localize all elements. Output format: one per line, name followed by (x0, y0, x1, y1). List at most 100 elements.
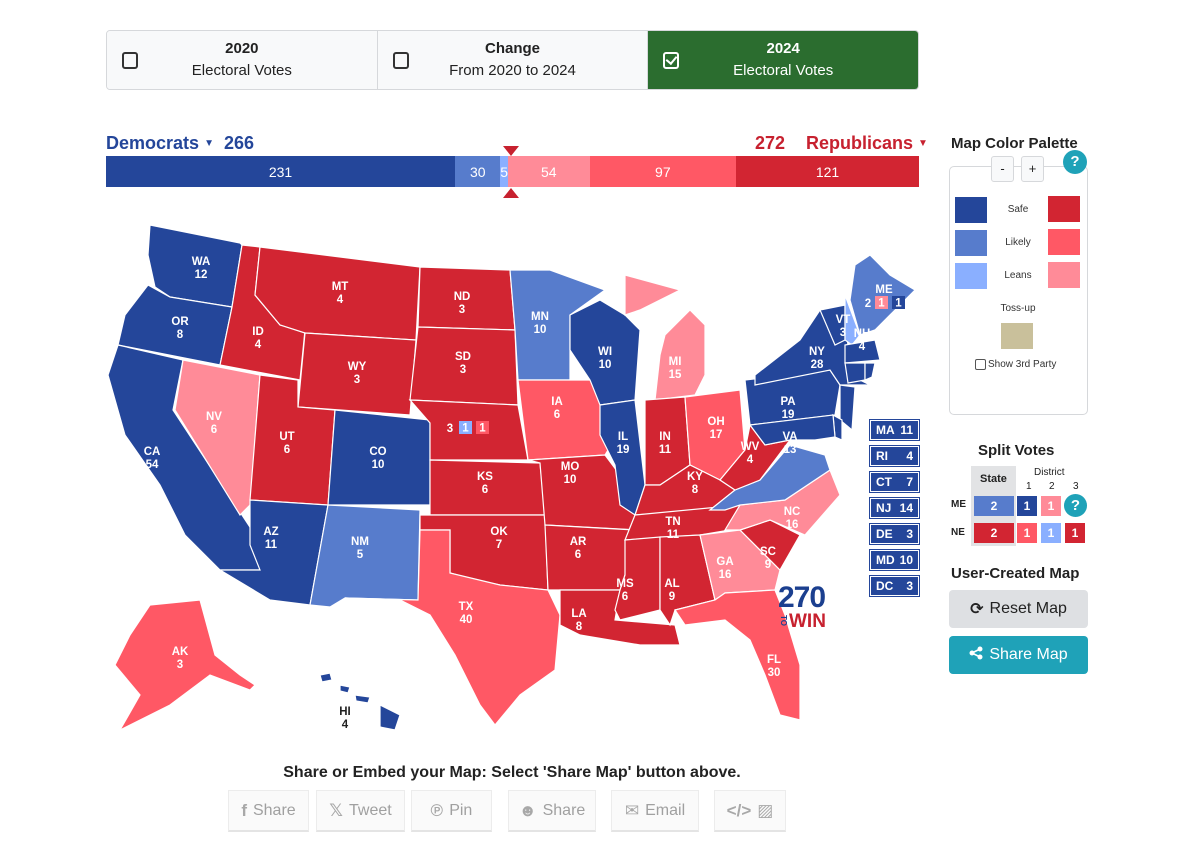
republicans-dropdown[interactable]: Republicans ▼ (806, 133, 928, 154)
state-label-la: LA (571, 608, 586, 620)
me-statewide-vote[interactable]: 2 (974, 496, 1014, 516)
state-ev-ms: 6 (622, 591, 628, 603)
state-abbr: DE (876, 527, 893, 541)
reddit-share-label: Share (542, 801, 586, 819)
state-ri[interactable] (864, 362, 876, 381)
state-label-nv: NV (206, 411, 222, 423)
state-label-mn: MN (531, 311, 549, 323)
state-ct[interactable] (844, 362, 866, 384)
ne-district-3-vote[interactable]: 1 (1065, 523, 1085, 543)
state-label-co: CO (369, 446, 386, 458)
state-ev-ak: 3 (177, 659, 183, 671)
state-label-mi: MI (669, 356, 682, 368)
state-label-me: ME (875, 284, 893, 296)
state-ev-la: 8 (576, 621, 583, 633)
state-abbr: NJ (876, 501, 892, 515)
logo-number: 270 (778, 581, 826, 614)
state-ev-al: 9 (669, 591, 675, 603)
state-label-ar: AR (570, 536, 587, 548)
democrats-dropdown[interactable]: Democrats ▼ (106, 133, 214, 154)
swatch-dem-leans[interactable] (955, 263, 987, 289)
state-label-id: ID (252, 326, 264, 338)
small-state-ri[interactable]: RI 4 (869, 445, 920, 467)
facebook-icon: f (241, 800, 247, 820)
state-ev-nm: 5 (357, 549, 364, 561)
state-label-wa: WA (192, 256, 211, 268)
pinterest-pin-button[interactable]: ℗ Pin (411, 790, 492, 832)
state-ev-mi: 15 (669, 369, 682, 381)
electoral-vote-bar: 231 30 5 54 97 121 (106, 156, 919, 187)
show-3rd-party-toggle[interactable]: Show 3rd Party (975, 359, 1056, 370)
swatch-rep-likely[interactable] (1048, 229, 1080, 255)
palette-help-button[interactable]: ? (1063, 150, 1087, 174)
small-state-dc[interactable]: DC 3 (869, 575, 920, 597)
state-ev: 11 (900, 423, 913, 437)
state-label-tn: TN (665, 516, 680, 528)
us-electoral-map: WA 12 OR 8 CA 54 NV 6 ID 4 MT 4 WY 3 UT 6 AZ 11 CO 10 NM 5 ND 3… (100, 215, 930, 745)
swatch-rep-safe[interactable] (1048, 196, 1080, 222)
me-district-1-vote[interactable]: 1 (1017, 496, 1037, 516)
state-ev-hi: 4 (342, 719, 349, 731)
zoom-out-button[interactable]: - (991, 156, 1014, 182)
small-state-ma[interactable]: MA 11 (869, 419, 920, 441)
checkbox-unchecked-icon[interactable] (975, 359, 986, 370)
zoom-in-button[interactable]: + (1021, 156, 1044, 182)
split-row-state-me: ME (951, 499, 966, 510)
tab-title: 2020 (225, 40, 259, 57)
tab-change-2020-2024[interactable]: Change From 2020 to 2024 (377, 31, 649, 89)
state-label-wv: WV (741, 441, 760, 453)
email-share-button[interactable]: ✉ Email (611, 790, 699, 832)
state-ev-tx: 40 (460, 614, 473, 626)
state-ak[interactable] (114, 599, 256, 732)
checkbox-unchecked-icon[interactable] (392, 52, 409, 69)
ne-district-2-vote[interactable]: 1 (1041, 523, 1061, 543)
state-label-ut: UT (279, 431, 294, 443)
state-ev: 7 (906, 475, 913, 489)
ne-district-3-chip-value: 1 (479, 423, 486, 435)
state-label-nh: NH (854, 328, 871, 340)
reddit-share-button[interactable]: ☻ Share (508, 790, 596, 832)
checkbox-unchecked-icon[interactable] (122, 52, 138, 69)
refresh-icon: ⟳ (970, 601, 984, 618)
reset-map-button[interactable]: ⟳ Reset Map (949, 590, 1088, 628)
split-votes-help-button[interactable]: ? (1064, 494, 1087, 517)
swatch-dem-likely[interactable] (955, 230, 987, 256)
ne-statewide-vote[interactable]: 2 (974, 523, 1014, 543)
x-tweet-button[interactable]: 𝕏 Tweet (316, 790, 405, 832)
safe-label: Safe (1007, 204, 1029, 215)
us-map-svg: WA12OR8CA54NV6ID4MT4WY3UT6AZ11CO10NM5ND3… (107, 224, 916, 732)
state-label-vt: VT (836, 314, 851, 326)
share-map-button[interactable]: Share Map (949, 636, 1088, 674)
facebook-share-button[interactable]: f Share (228, 790, 309, 832)
bar-segment-dem-safe: 231 (106, 156, 456, 187)
me-district-2-vote[interactable]: 1 (1041, 496, 1061, 516)
state-ev-ks: 6 (482, 484, 488, 496)
small-state-ct[interactable]: CT 7 (869, 471, 920, 493)
user-created-map-title: User-Created Map (951, 565, 1080, 582)
swatch-rep-leans[interactable] (1048, 262, 1080, 288)
state-ev: 14 (899, 501, 913, 515)
ne-district-1-vote[interactable]: 1 (1017, 523, 1037, 543)
state-label-ms: MS (616, 578, 634, 590)
small-state-nj[interactable]: NJ 14 (869, 497, 920, 519)
tab-subtitle: Electoral Votes (733, 62, 834, 79)
tab-2024-electoral-votes[interactable]: 2024 Electoral Votes (648, 31, 918, 89)
swatch-tossup[interactable] (1001, 323, 1033, 349)
state-nm[interactable] (309, 504, 421, 608)
checkbox-checked-icon[interactable] (663, 52, 680, 69)
state-label-ak: AK (172, 646, 189, 658)
state-ev-ar: 6 (575, 549, 581, 561)
small-state-md[interactable]: MD 10 (869, 549, 920, 571)
tossup-label: Toss-up (1000, 303, 1036, 314)
district-2-header: 2 (1049, 481, 1055, 492)
pin-label: Pin (449, 801, 473, 819)
facebook-share-label: Share (252, 801, 296, 819)
swatch-dem-safe[interactable] (955, 197, 987, 223)
state-ev: 10 (899, 553, 913, 567)
state-ev-ny: 28 (811, 359, 824, 371)
state-label-ny: NY (809, 346, 825, 358)
small-state-de[interactable]: DE 3 (869, 523, 920, 545)
tab-2020-electoral-votes[interactable]: 2020 Electoral Votes (107, 31, 378, 89)
state-hi[interactable] (319, 672, 401, 731)
embed-image-button[interactable]: </> ▨ (714, 790, 786, 832)
